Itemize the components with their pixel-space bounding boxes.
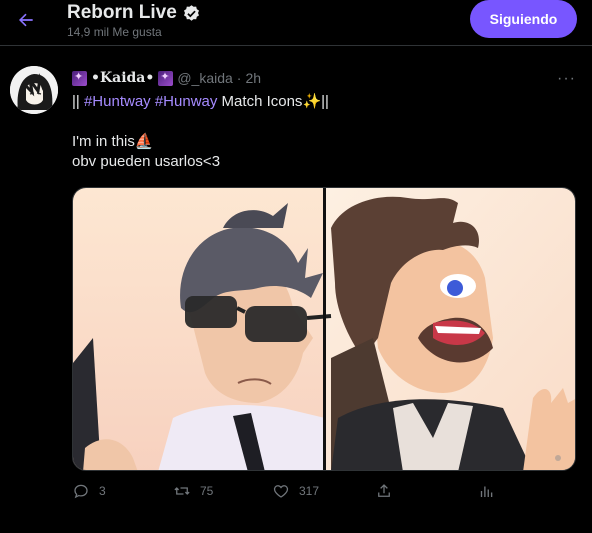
like-button[interactable]: 317: [272, 482, 319, 500]
tweet-text-line: obv pueden usarlos<3: [72, 153, 221, 170]
like-count: 317: [299, 484, 320, 498]
analytics-icon: [480, 486, 493, 497]
following-button[interactable]: Siguiendo: [470, 0, 577, 38]
tweet[interactable]: •Kaida• @_kaida · 2h ··· || #Huntway #Hu…: [0, 46, 592, 533]
verified-badge-icon: [183, 4, 199, 21]
reply-icon: [74, 484, 88, 499]
more-icon[interactable]: ···: [557, 70, 576, 88]
like-icon: [273, 485, 289, 498]
page-header: Reborn Live 14,9 mil Me gusta Siguiendo: [0, 0, 592, 46]
sailboat-emoji-icon: ⛵: [134, 133, 154, 150]
share-icon: [378, 484, 390, 497]
avatar[interactable]: [10, 66, 58, 114]
retweet-button[interactable]: 75: [173, 482, 213, 500]
tweet-text-line: I'm in this⛵: [72, 132, 572, 152]
text-suffix: ||: [321, 93, 329, 110]
author-handle[interactable]: @_kaida: [177, 70, 232, 86]
back-button[interactable]: [12, 6, 40, 34]
tweet-media-image[interactable]: [72, 187, 576, 471]
hashtag-hunway[interactable]: #Hunway: [155, 93, 218, 110]
page-title-text: Reborn Live: [67, 2, 177, 23]
tweet-text-line: || #Huntway #Hunway Match Icons✨||: [72, 92, 572, 112]
likes-count: 14,9 mil Me gusta: [67, 25, 162, 39]
tweet-actions: 3 75 317: [72, 482, 502, 506]
page-title: Reborn Live: [67, 2, 201, 24]
share-button[interactable]: [375, 482, 393, 500]
reply-button[interactable]: 3: [72, 482, 106, 500]
author-name[interactable]: •Kaida•: [91, 70, 154, 86]
tweet-header: •Kaida• @_kaida · 2h: [72, 70, 261, 86]
retweet-count: 75: [200, 484, 214, 498]
sparkle-emoji-icon: [158, 70, 174, 86]
text-line2: I'm in this: [72, 133, 135, 150]
tweet-text: || #Huntway #Hunway Match Icons✨|| I'm i…: [72, 92, 572, 172]
tweet-time[interactable]: 2h: [245, 70, 261, 86]
sparkles-emoji-icon: ✨: [302, 93, 322, 110]
text-mid: Match Icons: [217, 93, 303, 110]
hashtag-huntway[interactable]: #Huntway: [84, 93, 151, 110]
reply-count: 3: [99, 484, 106, 498]
retweet-icon: [174, 487, 190, 495]
back-arrow-icon: [19, 13, 33, 27]
separator-dot: ·: [236, 70, 242, 86]
avatar-image: [10, 66, 58, 114]
artwork-illustration: [73, 188, 575, 470]
text-prefix: ||: [72, 93, 84, 110]
analytics-button[interactable]: [477, 482, 495, 500]
sparkle-emoji-icon: [72, 70, 87, 86]
